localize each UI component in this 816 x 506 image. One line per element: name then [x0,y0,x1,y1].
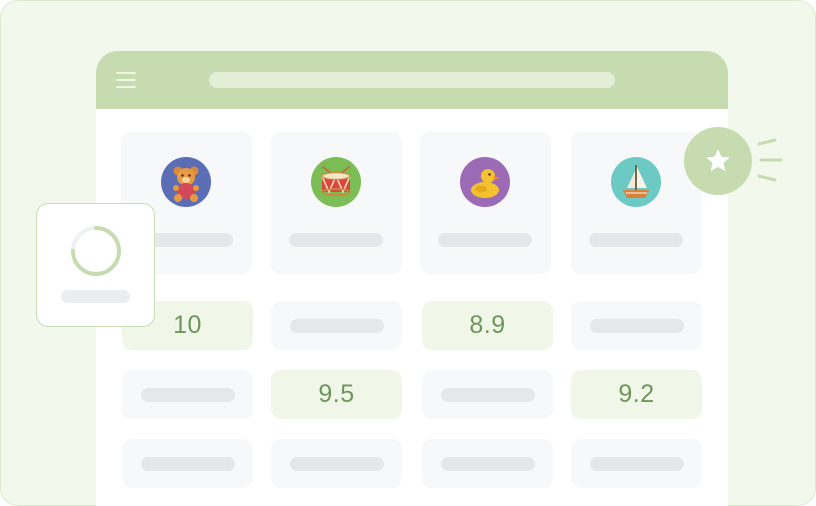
score-cell [122,370,253,419]
score-placeholder [289,456,384,471]
toy-name-placeholder [589,233,683,247]
toy-card-duck[interactable] [420,132,551,274]
score-cell [122,439,253,488]
app-window: 10 8.9 9.5 9.2 [96,51,728,506]
score-cell [422,370,553,419]
score-placeholder [589,456,684,471]
score-value: 9.5 [318,380,355,408]
toy-card-boat[interactable] [571,132,702,274]
score-value: 10 [173,311,202,339]
score-cell: 9.5 [271,370,402,419]
rubber-duck-icon [460,157,510,207]
drum-icon [311,157,361,207]
score-cell: 9.2 [571,370,702,419]
score-placeholder [440,387,535,402]
score-cell [271,301,402,350]
score-cell [571,301,702,350]
hamburger-menu-icon[interactable] [116,72,136,88]
score-placeholder [140,387,235,402]
toy-card-drum[interactable] [271,132,402,274]
teddy-bear-icon [161,157,211,207]
score-value: 9.2 [618,380,655,408]
star-icon [706,149,730,172]
title-bar [96,51,728,109]
sailboat-icon [611,157,661,207]
loading-spinner-icon [71,226,121,276]
score-cell [571,439,702,488]
toy-name-placeholder [289,233,383,247]
score-placeholder [140,456,235,471]
address-bar[interactable] [209,72,615,88]
score-cell: 8.9 [422,301,553,350]
score-value: 8.9 [469,311,506,339]
score-cell [271,439,402,488]
sparkle-lines-icon [757,138,783,182]
score-placeholder [589,318,684,333]
score-placeholder [289,318,384,333]
loading-card [36,203,155,327]
toy-name-placeholder [438,233,532,247]
score-cell [422,439,553,488]
loading-label-placeholder [61,290,130,303]
score-placeholder [440,456,535,471]
favorite-button[interactable] [684,127,752,195]
